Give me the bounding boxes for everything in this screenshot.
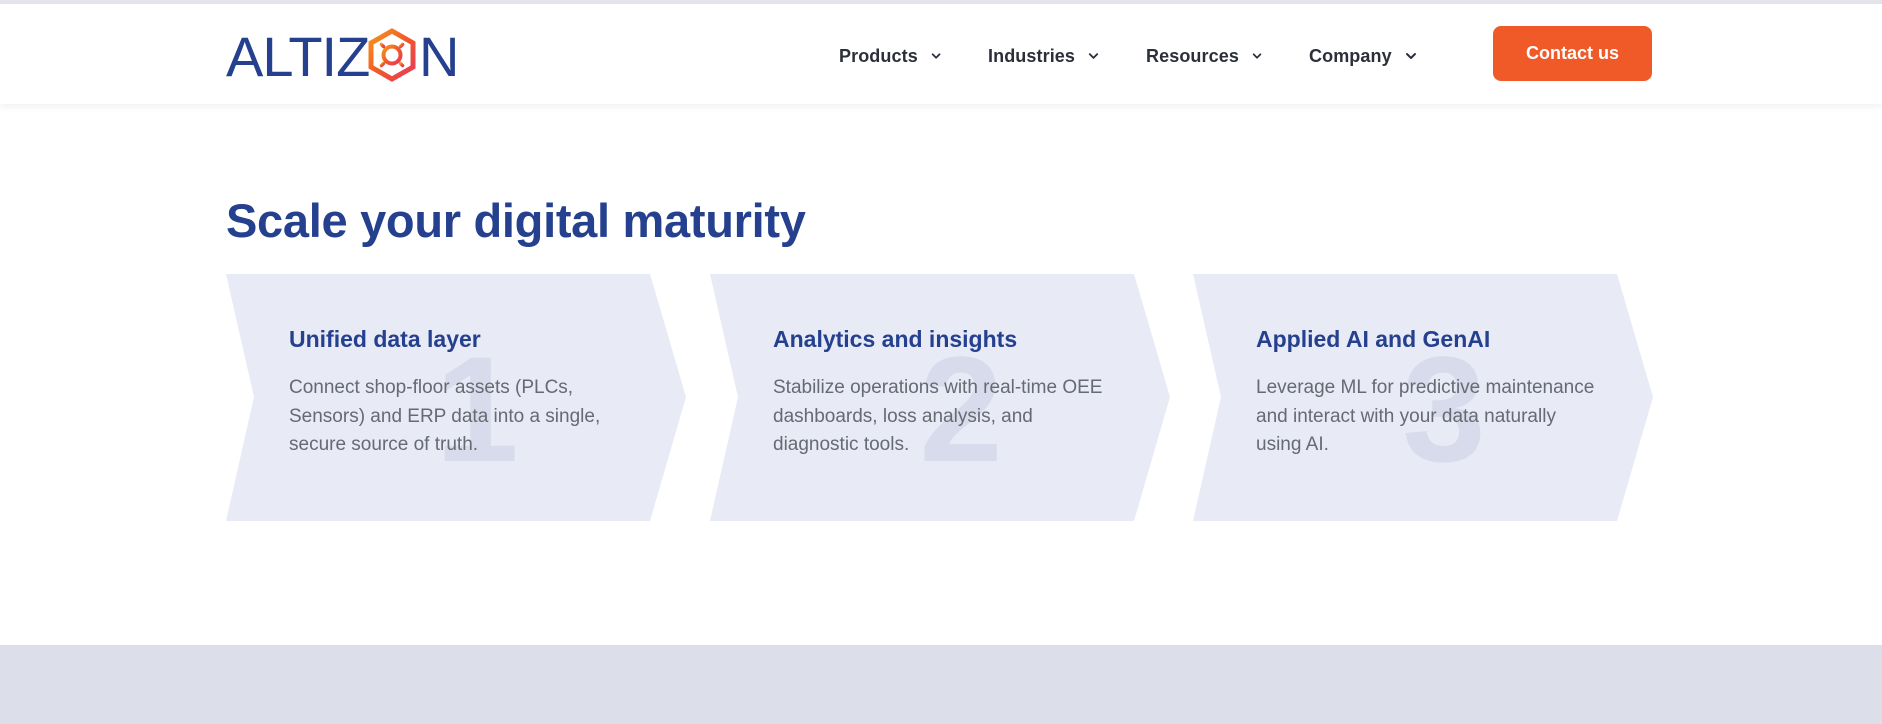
nav-item-products[interactable]: Products: [839, 36, 942, 76]
nav-item-label: Industries: [988, 45, 1076, 66]
card-description: Stabilize operations with real-time OEE …: [773, 377, 1103, 455]
contact-us-button[interactable]: Contact us: [1493, 26, 1652, 81]
card-description: Leverage ML for predictive maintenance a…: [1256, 377, 1595, 455]
main-nav: Products Industries Resources Company: [839, 36, 1464, 76]
nav-item-label: Products: [839, 45, 918, 66]
nav-item-resources[interactable]: Resources: [1146, 36, 1263, 76]
nav-item-label: Company: [1309, 45, 1392, 66]
altizon-logo[interactable]: ALTIZ N: [226, 24, 458, 90]
nav-item-label: Resources: [1146, 45, 1239, 66]
site-header: ALTIZ N Products Industries Resources Co…: [0, 4, 1882, 104]
chevron-down-icon: [931, 53, 941, 59]
nav-item-industries[interactable]: Industries: [988, 36, 1100, 76]
card-title: Analytics and insights: [773, 326, 1018, 352]
card-description: Connect shop-floor assets (PLCs, Sensors…: [289, 377, 601, 455]
chevron-down-icon: [1088, 53, 1099, 59]
logo-hexagon-icon: [368, 28, 416, 82]
chevron-down-icon: [1405, 53, 1416, 59]
step-card-3: 3 Applied AI and GenAI Leverage ML for p…: [1193, 274, 1653, 521]
card-title: Applied AI and GenAI: [1256, 326, 1491, 352]
card-title: Unified data layer: [289, 326, 481, 352]
chevron-down-icon: [1252, 53, 1262, 59]
logo-wordmark-right: N: [419, 25, 458, 88]
section-title: Scale your digital maturity: [226, 194, 806, 247]
logo-wordmark-left: ALTIZ: [226, 25, 369, 88]
next-section-band: [0, 645, 1882, 724]
nav-item-company[interactable]: Company: [1309, 36, 1418, 76]
step-card-1: 1 Unified data layer Connect shop-floor …: [226, 274, 686, 521]
step-card-2: 2 Analytics and insights Stabilize opera…: [710, 274, 1170, 521]
